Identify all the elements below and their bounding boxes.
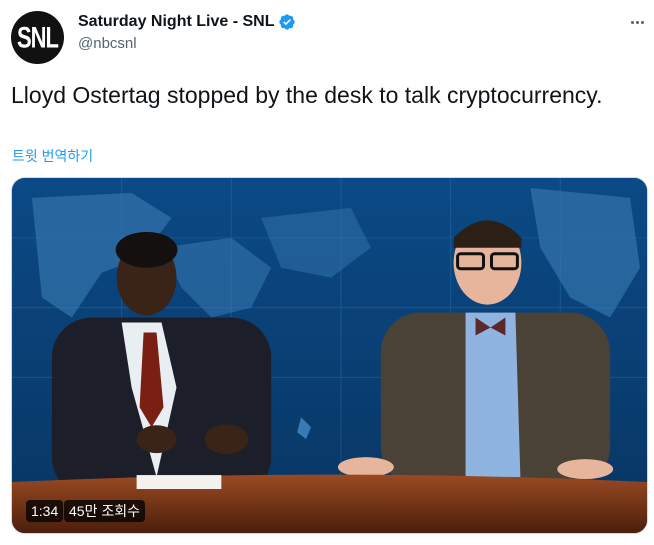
more-options-button[interactable] <box>626 12 648 32</box>
author-handle[interactable]: @nbcsnl <box>78 35 296 52</box>
avatar[interactable]: SNL <box>11 11 64 64</box>
author-display-name[interactable]: Saturday Night Live - SNL <box>78 13 274 31</box>
more-horizontal-icon <box>630 20 634 24</box>
video-thumbnail <box>12 178 647 533</box>
verified-badge-icon <box>279 14 296 30</box>
more-dot <box>635 20 639 24</box>
video-player[interactable] <box>11 177 648 534</box>
author-name-row: Saturday Night Live - SNL <box>78 11 296 33</box>
video-duration-badge: 1:34 <box>26 500 64 522</box>
video-views-badge: 45만 조회수 <box>64 500 145 522</box>
translate-tweet-link[interactable]: 트윗 번역하기 <box>12 146 93 166</box>
more-dot <box>640 20 644 24</box>
author-info: Saturday Night Live - SNL @nbcsnl <box>78 11 296 52</box>
avatar-logo-text: SNL <box>17 19 59 54</box>
tweet-text: Lloyd Ostertag stopped by the desk to ta… <box>11 82 603 108</box>
